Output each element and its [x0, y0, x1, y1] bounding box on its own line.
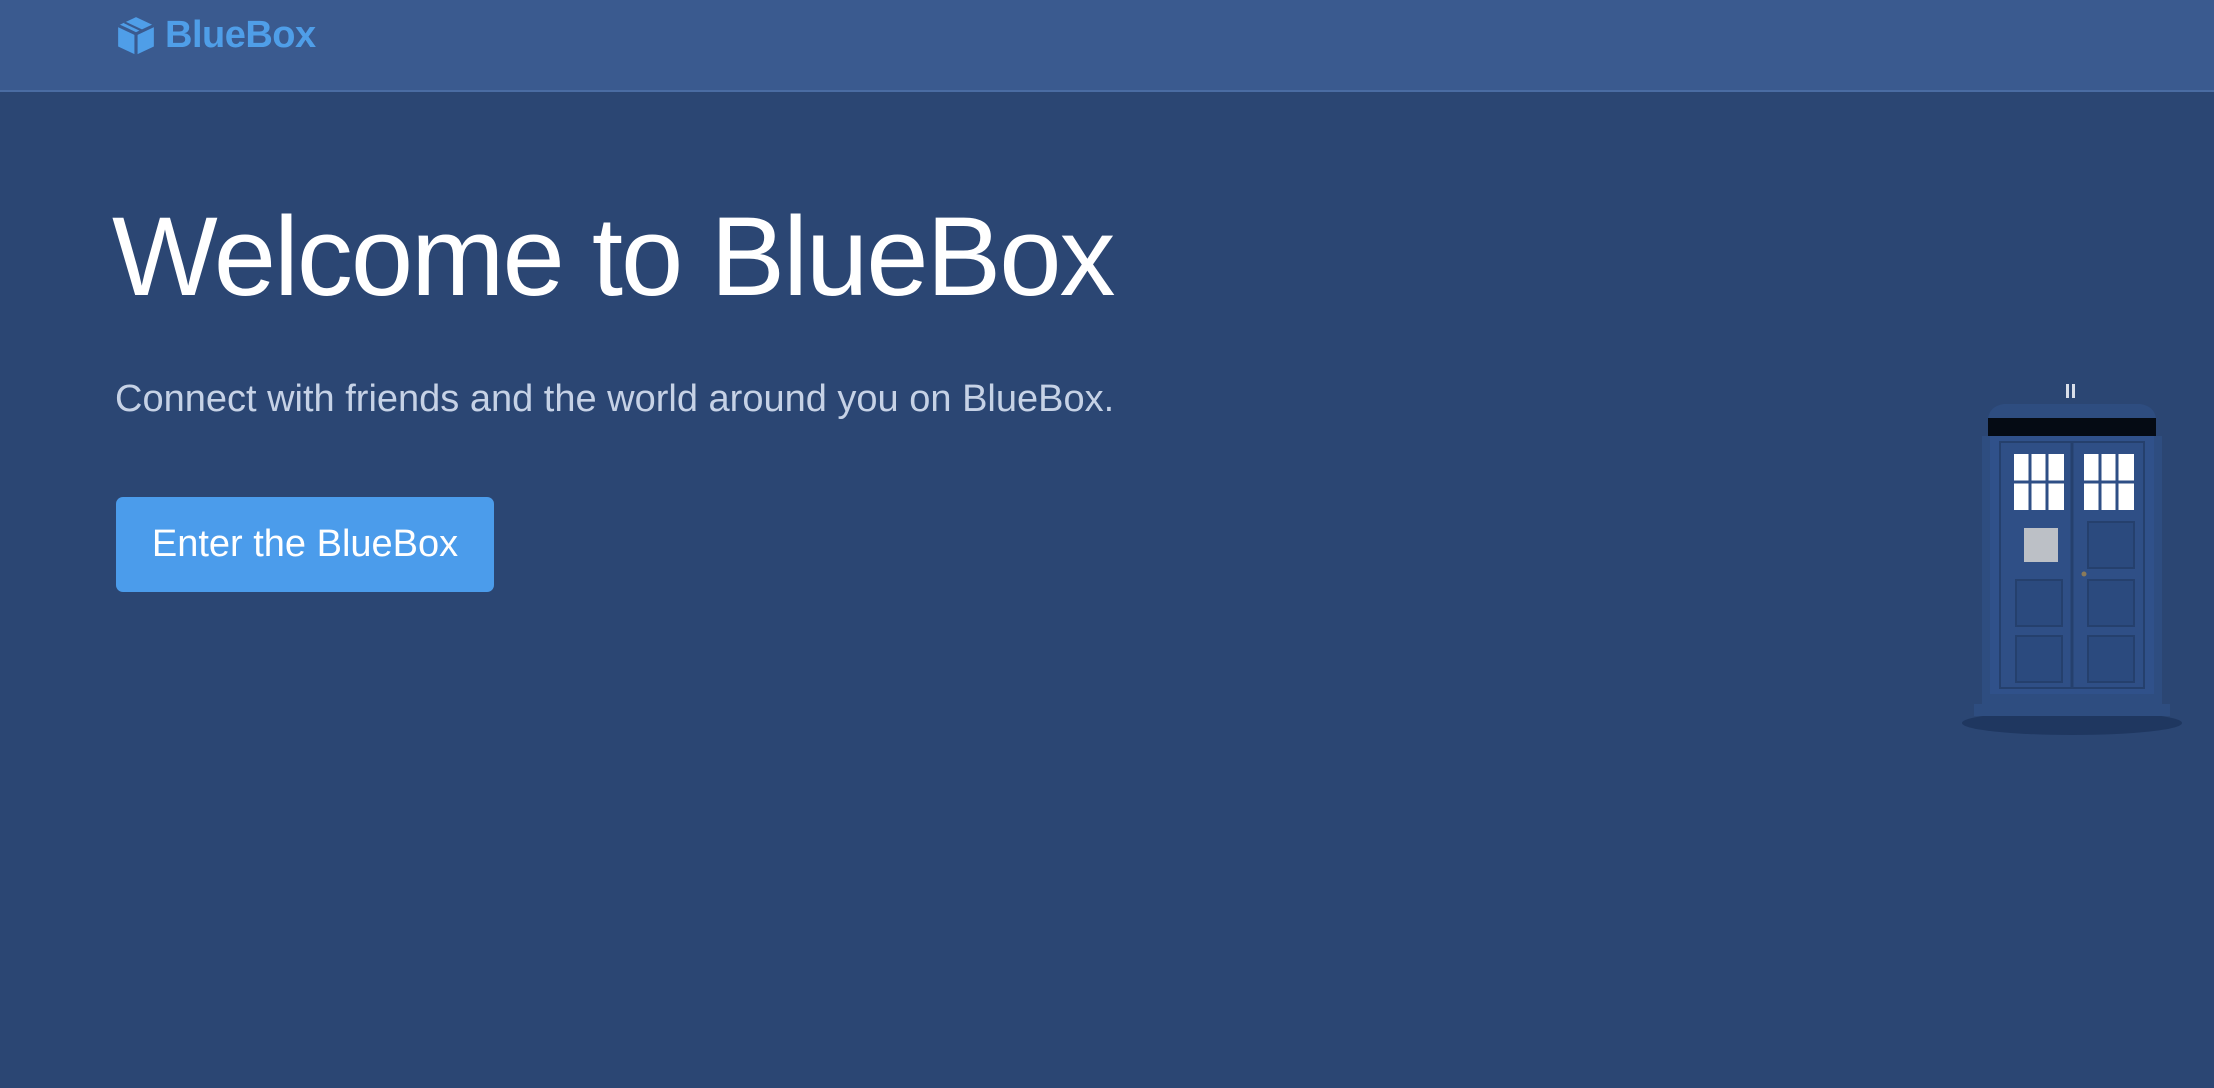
brand-logo-link[interactable]: BlueBox [115, 14, 316, 57]
top-navbar: BlueBox [0, 0, 2214, 92]
hero-subtitle: Connect with friends and the world aroun… [115, 378, 1115, 420]
police-box-illustration [1962, 384, 2182, 735]
brand-name: BlueBox [165, 14, 316, 56]
cube-icon [117, 16, 155, 55]
enter-bluebox-button[interactable]: Enter the BlueBox [116, 497, 494, 592]
page-title: Welcome to BlueBox [112, 194, 1116, 319]
